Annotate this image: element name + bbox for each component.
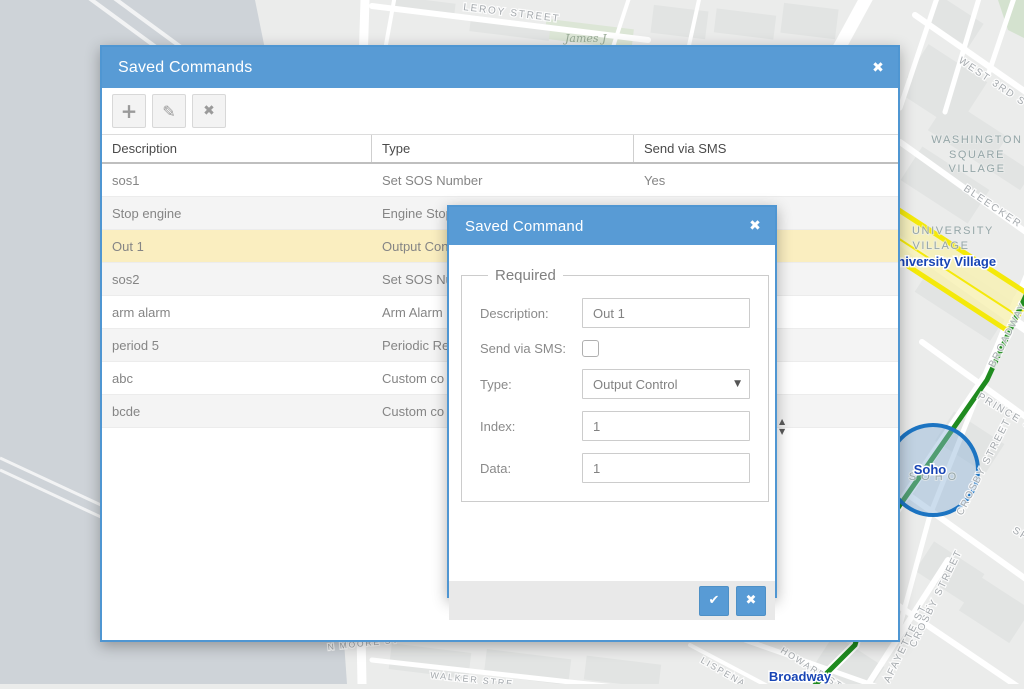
cell-description: Out 1 [102,230,372,262]
column-header-description[interactable]: Description [102,135,372,162]
required-fieldset: Required Description: Send via SMS: Type… [461,267,769,502]
cell-description: Stop engine [102,197,372,229]
data-row: Data: [480,453,750,483]
saved-command-footer: ✔ ✖ [449,581,775,620]
send-via-sms-label: Send via SMS: [480,341,582,356]
index-row: Index: ▲ ▼ [480,411,750,441]
cell-description: period 5 [102,329,372,361]
data-label: Data: [480,461,582,476]
send-via-sms-row: Send via SMS: [480,340,750,357]
data-input[interactable] [582,453,750,483]
check-icon: ✔ [709,593,720,608]
index-label: Index: [480,419,582,434]
type-label: Type: [480,377,582,392]
area-label-university-1: UNIVERSITY [912,225,994,237]
cell-description: sos1 [102,164,372,196]
confirm-button[interactable]: ✔ [699,586,729,616]
saved-command-dialog: Saved Command ✖ Required Description: Se… [447,205,777,598]
geofence-label-soho: Soho [914,462,947,477]
type-row: Type: Output Control ▼ [480,369,750,399]
delete-icon: ✖ [203,103,215,119]
cancel-button[interactable]: ✖ [736,586,766,616]
cell-description: sos2 [102,263,372,295]
index-stepper: ▲ ▼ [582,411,750,441]
column-header-type[interactable]: Type [372,135,634,162]
spin-down-icon[interactable]: ▼ [779,428,785,435]
delete-command-button[interactable]: ✖ [192,94,226,128]
send-via-sms-checkbox[interactable] [582,340,599,357]
description-input[interactable] [582,298,750,328]
type-select-value: Output Control [593,377,734,392]
geofence-label-university-village: University Village [888,254,996,269]
index-input[interactable] [583,412,779,440]
saved-command-body: Required Description: Send via SMS: Type… [449,267,775,620]
area-label-washington-3: VILLAGE [948,163,1005,175]
park-label-james: James J [563,32,607,45]
description-label: Description: [480,306,582,321]
stepper-arrows: ▲ ▼ [779,418,792,435]
required-legend: Required [488,267,563,284]
close-icon: ✖ [746,593,757,608]
spin-up-icon[interactable]: ▲ [779,418,785,425]
description-row: Description: [480,298,750,328]
saved-commands-header: Saved Commands ✖ [102,47,898,88]
table-row[interactable]: sos1 Set SOS Number Yes [102,164,898,197]
commands-table-header: Description Type Send via SMS [102,134,898,164]
cell-description: arm alarm [102,296,372,328]
saved-command-header: Saved Command ✖ [449,207,775,245]
saved-commands-title: Saved Commands [118,59,252,77]
pencil-icon: ✎ [162,102,175,121]
close-icon[interactable]: ✖ [749,218,761,234]
area-label-washington-1: WASHINGTON [931,134,1022,146]
geofence-label-broadway: Broadway [769,669,832,684]
cell-type: Set SOS Number [372,164,634,196]
type-select[interactable]: Output Control ▼ [582,369,750,399]
add-command-button[interactable]: + [112,94,146,128]
chevron-down-icon: ▼ [734,379,741,389]
plus-icon: + [121,99,138,123]
area-label-washington-2: SQUARE [949,149,1005,161]
edit-command-button[interactable]: ✎ [152,94,186,128]
saved-command-title: Saved Command [465,218,584,235]
cell-description: abc [102,362,372,394]
area-label-university-2: VILLAGE [912,240,969,252]
column-header-sms[interactable]: Send via SMS [634,135,898,162]
cell-description: bcde [102,395,372,427]
close-icon[interactable]: ✖ [872,60,884,76]
commands-toolbar: + ✎ ✖ [102,88,898,134]
cell-sms: Yes [634,164,898,196]
